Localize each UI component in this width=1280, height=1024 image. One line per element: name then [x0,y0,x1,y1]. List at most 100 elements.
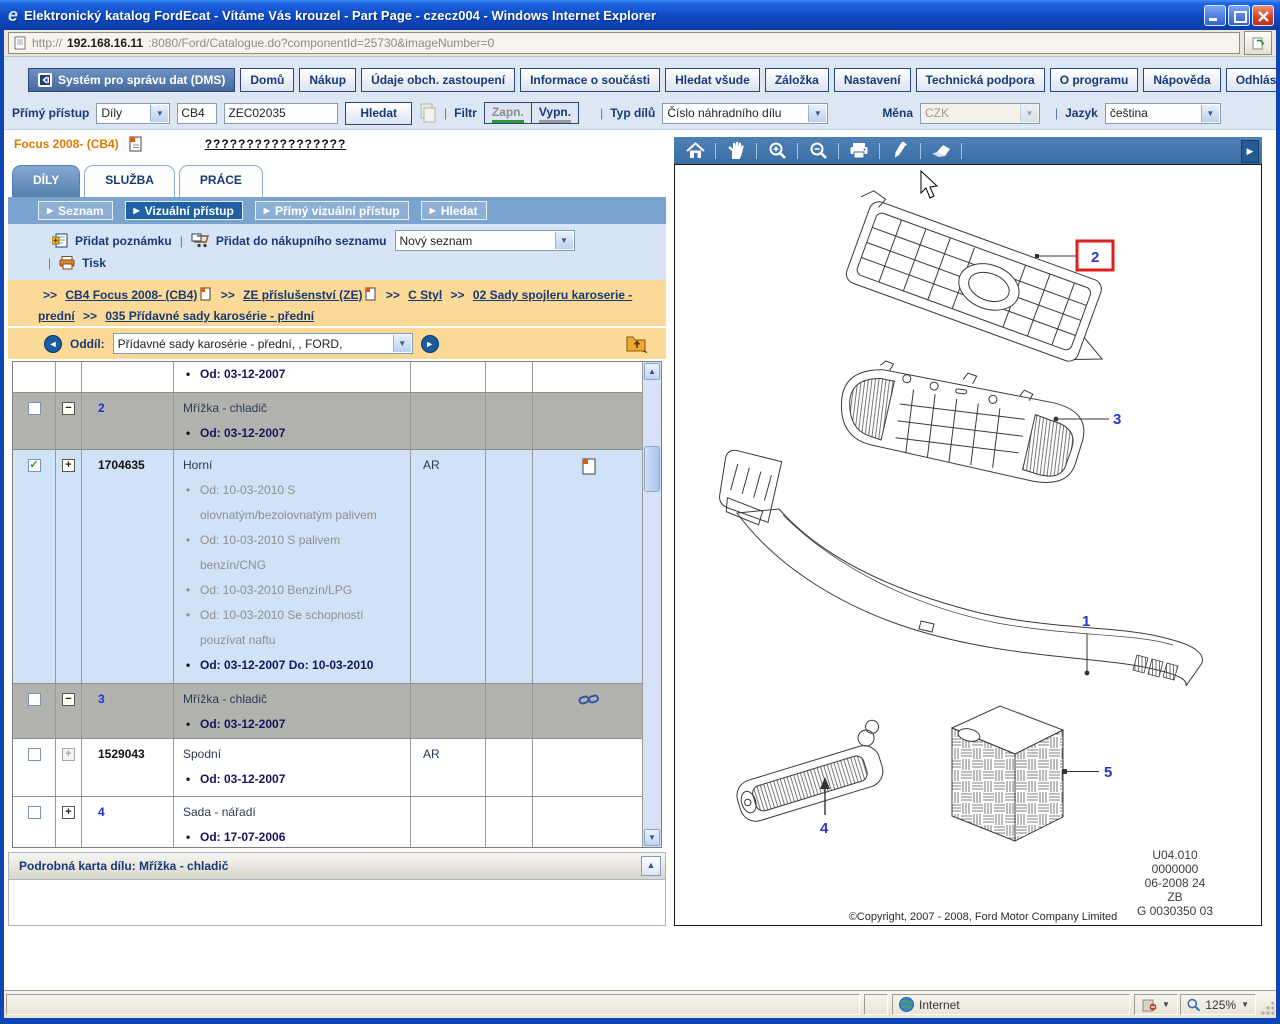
menu-item-logout[interactable]: Odhlásit [1226,68,1276,92]
expand-icon[interactable]: + [62,806,75,819]
add-note-link[interactable]: Přidat poznámku [52,233,172,248]
table-row[interactable]: + 4 Sada - nářadí Od: 17-07-2006 [13,797,661,848]
expand-icon[interactable]: + [62,459,75,472]
zoom-panel[interactable]: 125% ▼ [1180,994,1256,1015]
scroll-up-button[interactable]: ▲ [644,363,660,380]
breadcrumb-style[interactable]: C Styl [408,288,442,302]
filter-off-button[interactable]: Vypn. [532,103,578,123]
next-image-button[interactable]: ▶ [1241,140,1259,163]
quick-access-bar: Přímý přístup Díly▼ Hledat | Filtr Zapn.… [12,101,1272,125]
subnav-list[interactable]: Seznam [38,201,113,220]
tab-parts[interactable]: DÍLY [12,165,80,197]
menu-item-bookmark[interactable]: Záložka [765,68,829,92]
menu-item-dms[interactable]: Systém pro správu dat (DMS) [28,68,235,92]
internet-explorer-icon: e [8,5,18,26]
category-select[interactable]: Díly▼ [96,103,170,124]
section-label: Oddíl: [70,337,105,351]
part-type-select[interactable]: Číslo náhradního dílu▼ [662,103,828,124]
row-checkbox[interactable] [28,693,41,706]
pan-hand-icon[interactable] [725,141,747,161]
zoom-level-value: 125% [1205,998,1236,1012]
collapse-icon[interactable]: − [62,693,75,706]
row-checkbox-checked[interactable]: ✓ [28,459,41,472]
shopping-list-select[interactable]: Nový seznam▼ [395,230,575,251]
section-next-button[interactable]: ► [421,335,439,353]
address-bar: http://192.168.16.11:8080/Ford/Catalogue… [4,30,1276,57]
subnav-direct-visual-access[interactable]: Přímý vizuální přístup [255,201,409,220]
document-icon[interactable] [582,458,597,475]
minimize-button[interactable] [1204,5,1226,26]
copy-icon[interactable] [419,103,437,123]
tab-service[interactable]: SLUŽBA [84,165,175,197]
collapse-icon[interactable]: − [62,402,75,415]
scrollbar-thumb[interactable] [644,446,660,492]
maximize-button[interactable] [1228,5,1250,26]
svg-text:1[interactable]: 1 [1082,613,1090,630]
link-icon[interactable] [578,692,600,707]
breadcrumb-accessories[interactable]: ZE příslušenství (ZE) [243,288,362,302]
menu-item-home[interactable]: Domů [240,68,294,92]
doc-icon[interactable] [200,287,212,301]
breadcrumb-additional-kits[interactable]: 035 Přídavné sady karosérie - přední [105,309,314,323]
table-row[interactable]: + 1529043 Spodní Od: 03-12-2007 AR [13,739,661,797]
part-detail-bar: Podrobná karta dílu: Mřížka - chladič ▲ [8,852,666,880]
table-row[interactable]: − 2 Mřížka - chladič Od: 03-12-2007 [13,393,661,450]
vehicle-doc-icon[interactable] [129,136,143,152]
svg-text:2[interactable]: 2 [1091,249,1099,266]
section-prev-button[interactable]: ◄ [44,335,62,353]
row-checkbox[interactable] [28,402,41,415]
menu-item-settings[interactable]: Nastavení [834,68,911,92]
zoom-in-icon[interactable] [766,141,788,161]
resize-grip[interactable] [1260,1002,1274,1016]
table-scrollbar[interactable]: ▲ ▼ [642,362,661,847]
breadcrumb-vehicle[interactable]: CB4 Focus 2008- (CB4) [65,288,197,302]
row-checkbox[interactable] [28,806,41,819]
vehicle-code-input[interactable] [177,103,217,124]
menu-item-search-all[interactable]: Hledat všude [665,68,760,92]
close-button[interactable] [1252,5,1274,26]
home-view-icon[interactable] [684,141,706,161]
menu-item-shop[interactable]: Nákup [299,68,356,92]
parts-subnav: Seznam Vizuální přístup Přímý vizuální p… [8,197,666,224]
search-button[interactable]: Hledat [345,102,412,125]
filter-on-button[interactable]: Zapn. [485,103,532,123]
page-icon [14,36,27,50]
menu-item-help[interactable]: Nápověda [1143,68,1220,92]
print-image-icon[interactable] [848,141,870,161]
svg-text:3[interactable]: 3 [1113,411,1121,428]
annotate-pencil-icon[interactable] [889,141,911,161]
folder-up-icon[interactable] [626,335,648,356]
subnav-visual-access[interactable]: Vizuální přístup [125,201,243,220]
svg-text:4[interactable]: 4 [820,820,829,837]
add-to-shopping-list-link[interactable]: Přidat do nákupního seznamu [191,233,387,248]
separator: | [600,106,603,120]
svg-text:G 0030350 03: G 0030350 03 [1137,904,1213,918]
zoom-out-icon[interactable] [807,141,829,161]
go-button[interactable] [1244,31,1272,55]
direct-access-label: Přímý přístup [12,106,89,120]
svg-text:5[interactable]: 5 [1104,764,1112,781]
vehicle-placeholder-link[interactable]: ????????????????? [205,137,347,151]
expand-icon-disabled: + [62,748,75,761]
table-row[interactable]: Od: 03-12-2007 [13,362,661,393]
table-row[interactable]: ✓ + 1704635 Horní Od: 10-03-2010 S olovn… [13,450,661,684]
subnav-search[interactable]: Hledat [421,201,487,220]
menu-item-about[interactable]: O programu [1050,68,1139,92]
url-field[interactable]: http://192.168.16.11:8080/Ford/Catalogue… [8,32,1240,54]
part-number-input[interactable] [224,103,338,124]
menu-item-tech-support[interactable]: Technická podpora [916,68,1045,92]
menu-item-part-info[interactable]: Informace o součásti [520,68,660,92]
parts-diagram[interactable]: 2 3 1 4 [674,164,1262,926]
doc-icon[interactable] [365,287,377,301]
section-select[interactable]: Přídavné sady karosérie - přední, , FORD… [113,333,413,354]
collapse-panel-button[interactable]: ▲ [641,856,661,876]
zone-settings-panel[interactable]: ▼ [1134,994,1178,1015]
eraser-icon[interactable] [930,141,952,161]
tab-labour[interactable]: PRÁCE [179,165,263,197]
table-row[interactable]: − 3 Mřížka - chladič Od: 03-12-2007 [13,684,661,739]
scroll-down-button[interactable]: ▼ [644,829,660,846]
menu-item-dealer-data[interactable]: Údaje obch. zastoupení [361,68,515,92]
language-select[interactable]: čeština▼ [1105,103,1221,124]
row-checkbox[interactable] [28,748,41,761]
print-link[interactable]: Tisk [59,256,106,270]
